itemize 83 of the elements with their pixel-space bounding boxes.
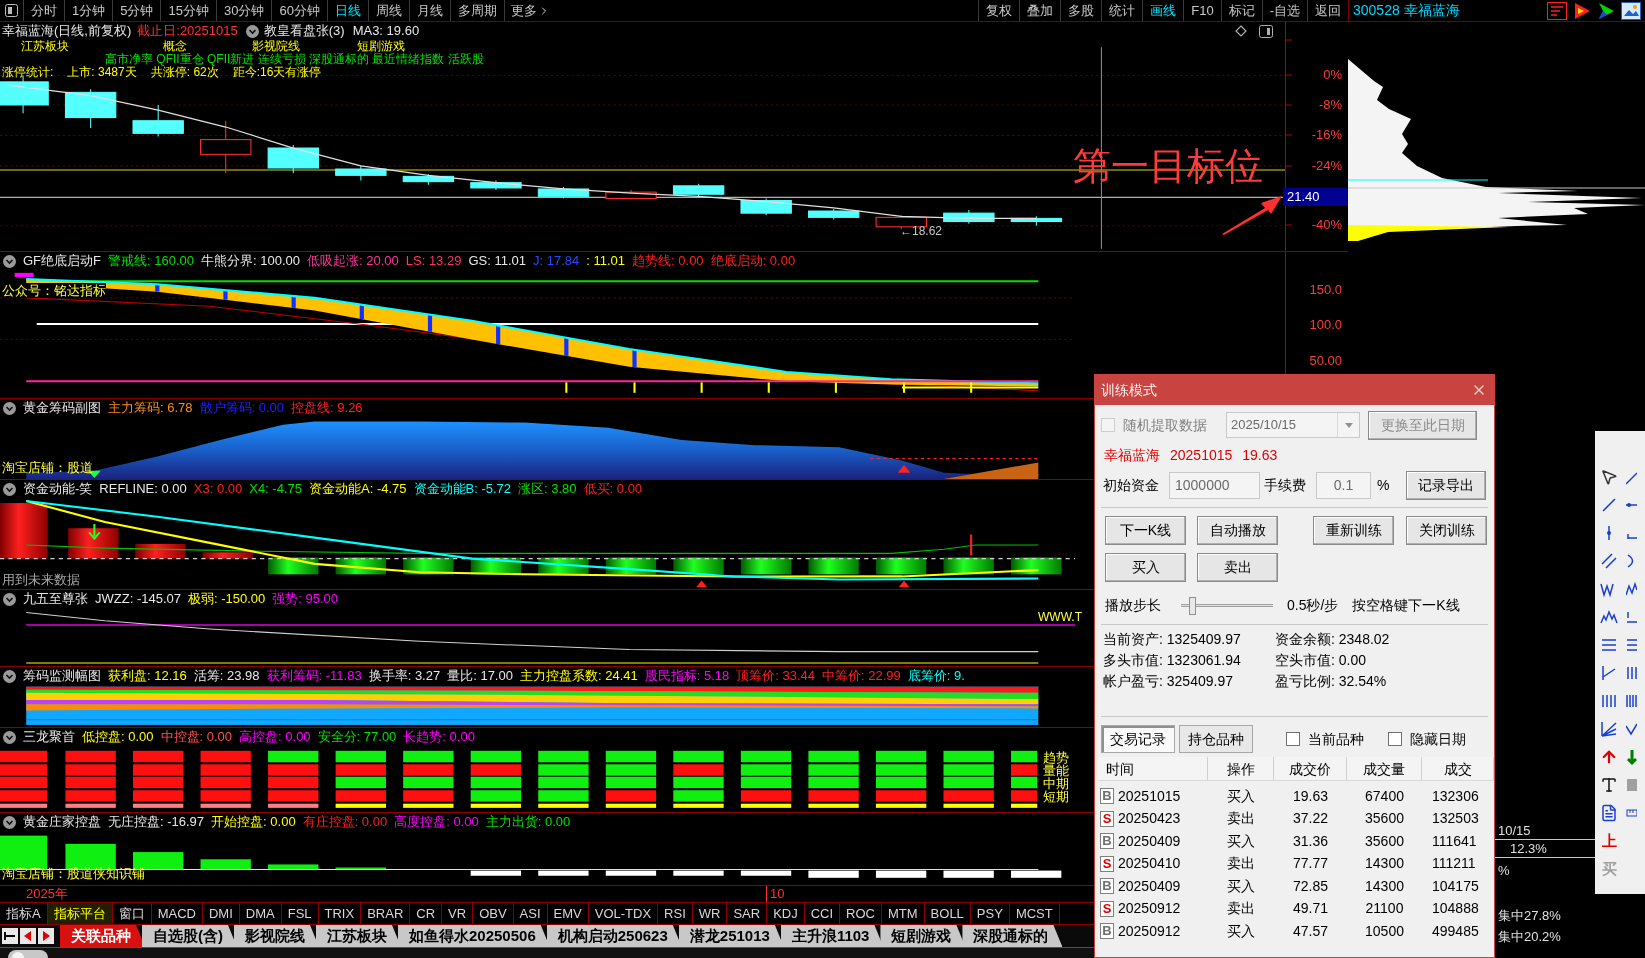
quote-price: 19.63 [1242,445,1278,465]
table-cell-text: 132306 [1431,786,1479,806]
axis-label: 0% [1323,67,1342,83]
table-cell-text: 111641 [1431,831,1477,851]
table-cell-text: 20250912 [1118,921,1181,941]
account-stat: 资金余额: 2348.02 [1274,630,1391,649]
table-cell-text: 20250409 [1118,831,1181,851]
table-cell-text: 20250410 [1118,854,1181,874]
table-cell-text: 35600 [1364,809,1405,829]
side-marker: S [1100,810,1114,827]
axis-label: -8% [1318,97,1342,113]
table-cell-text: 买入 [1226,831,1256,851]
speed-label: 播放步长 [1105,595,1162,615]
table-cell-text: 20250409 [1118,876,1181,896]
indicator-title: 九五至尊张 [23,591,88,607]
indicator-value: 强势: 95.00 [272,591,339,607]
fee-unit: % [1377,475,1390,495]
account-stat: 当前资产: 1325409.97 [1102,630,1242,649]
table-cell-text: 买入 [1226,786,1256,806]
speed-reading: 0.5秒/步 [1287,595,1339,615]
table-cell-text: 104888 [1431,899,1479,919]
capital-label: 初始资金 [1102,475,1160,495]
table-cell-text: 卖出 [1226,899,1256,919]
table-cell-text: 499485 [1431,921,1479,941]
table-cell-text: 49.71 [1291,899,1329,919]
side-marker: S [1100,855,1114,872]
account-stat: 空头市值: 0.00 [1274,651,1368,670]
axis-label: 50.00 [1309,353,1342,369]
fee-label: 手续费 [1264,475,1306,495]
table-cell-text: 20250423 [1118,809,1181,829]
table-cell-text: 104175 [1431,876,1479,896]
table-cell-text: 卖出 [1226,809,1256,829]
indicator-note: WWW.T [1038,610,1082,624]
year-label: 2025年 [26,886,69,902]
table-cell-text: 132503 [1431,809,1479,829]
table-cell-text: 20250912 [1118,899,1181,919]
account-stat: 盈亏比例: 32.54% [1274,672,1388,691]
chip-unit: % [1498,862,1511,879]
table-cell-text: 买入 [1226,921,1256,941]
concentration-value: 集中20.2% [1498,928,1562,945]
chip-ratio: 12.3% [1510,840,1547,857]
table-cell-text: 72.85 [1291,876,1329,896]
stock-name: 幸福蓝海 [1104,445,1160,465]
dialog-title: 训练模式 [1101,380,1157,400]
table-cell-text: 35600 [1364,831,1405,851]
account-stat: 帐户盈亏: 325409.97 [1102,672,1234,691]
concentration-value: 集中27.8% [1498,907,1562,924]
quote-date: 20251015 [1170,445,1233,465]
table-cell-text: 20251015 [1118,786,1181,806]
month-label: 10 [770,886,785,902]
side-marker: B [1100,923,1114,940]
random-label: 随机提取数据 [1123,415,1208,435]
axis-label: -40% [1311,217,1342,233]
axis-label: 150.0 [1309,282,1342,298]
table-cell-text: 21100 [1364,899,1405,919]
indicator-value: JWZZ: -145.07 [95,591,181,607]
price-marker: 21.40 [1283,188,1348,206]
table-cell-text: 111211 [1431,854,1476,874]
table-cell-text: 10500 [1364,921,1405,941]
table-cell-text: 37.22 [1291,809,1329,829]
axis-label: -16% [1311,127,1342,143]
table-cell-text: 19.63 [1291,786,1329,806]
table-cell-text: 31.36 [1291,831,1329,851]
table-cell-text: 14300 [1364,876,1405,896]
axis-label: -24% [1311,158,1342,174]
stock-code-name: 300528 幸福蓝海 [1353,1,1460,20]
side-marker: S [1100,900,1114,917]
speed-hint: 按空格键下一K线 [1352,595,1460,615]
table-cell-text: 卖出 [1226,854,1256,874]
filter-label: 当前品种 [1308,729,1364,749]
indicator-value: 极弱: -150.00 [187,591,266,607]
filter-label: 隐藏日期 [1410,729,1466,749]
table-cell-text: 14300 [1364,854,1405,874]
chip-date: 10/15 [1498,822,1532,839]
account-stat: 多头市值: 1323061.94 [1102,651,1242,670]
side-marker: B [1100,878,1114,895]
table-cell-text: 买入 [1226,876,1256,896]
table-cell-text: 67400 [1364,786,1405,806]
table-cell-text: 77.77 [1291,854,1329,874]
side-marker: B [1100,833,1114,850]
axis-label: 100.0 [1309,317,1342,333]
side-marker: B [1100,788,1114,805]
table-cell-text: 47.57 [1291,921,1329,941]
